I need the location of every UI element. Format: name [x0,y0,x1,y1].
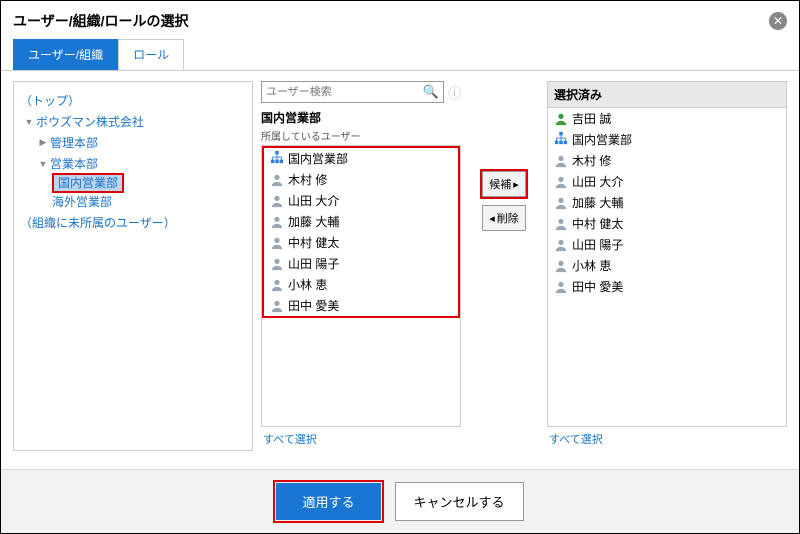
caret-right-icon[interactable]: ▶ [38,137,48,148]
person-icon [270,257,284,271]
item-label: 吉田 誠 [572,110,611,127]
tree-unassigned[interactable]: （組織に未所属のユーザー） [20,212,246,233]
item-label: 加藤 大輔 [288,213,339,230]
list-item-user[interactable]: 中村 健太 [548,213,786,234]
list-item-user[interactable]: 山田 陽子 [548,234,786,255]
item-label: 中村 健太 [288,234,339,251]
person-icon [554,112,568,126]
org-icon [554,131,568,148]
tab-users-orgs[interactable]: ユーザー/組織 [13,39,118,70]
list-item-user[interactable]: 山田 大介 [548,171,786,192]
item-label: 国内営業部 [288,150,348,167]
caret-down-icon[interactable]: ▼ [38,159,48,169]
list-item-user[interactable]: 田中 愛美 [548,276,786,297]
person-icon [270,299,284,313]
tree-dept-sales[interactable]: 営業本部 [50,153,98,174]
list-item-user[interactable]: 山田 陽子 [264,253,458,274]
add-button[interactable]: 候補▸ [482,171,526,197]
org-icon [270,150,284,167]
tree-dept-admin[interactable]: 管理本部 [50,132,98,153]
person-icon [554,259,568,273]
item-label: 山田 陽子 [288,255,339,272]
select-all-selected[interactable]: すべて選択 [547,427,787,451]
current-org-title: 国内営業部 [261,107,461,128]
person-icon [554,217,568,231]
list-item-user[interactable]: 山田 大介 [264,190,458,211]
info-icon[interactable]: ⓘ [448,83,461,102]
tree-dept-domestic[interactable]: 国内営業部 [58,174,118,192]
person-icon [270,278,284,292]
tree-dept-overseas[interactable]: 海外営業部 [52,191,246,212]
list-item-org[interactable]: 国内営業部 [264,148,458,169]
person-icon [270,173,284,187]
person-icon [554,280,568,294]
tab-roles[interactable]: ロール [118,39,184,70]
person-icon [270,236,284,250]
item-label: 国内営業部 [572,131,632,148]
person-icon [270,215,284,229]
item-label: 加藤 大輔 [572,194,623,211]
list-item-user[interactable]: 木村 修 [548,150,786,171]
item-label: 中村 健太 [572,215,623,232]
search-icon[interactable]: 🔍 [423,84,439,100]
close-icon[interactable]: ✕ [769,12,787,30]
search-input-wrapper: 🔍 [261,81,444,103]
tree-company[interactable]: ボウズマン株式会社 [36,111,144,132]
item-label: 山田 陽子 [572,236,623,253]
item-label: 田中 愛美 [572,278,623,295]
selected-title: 選択済み [547,81,787,107]
tree-top[interactable]: （トップ） [20,90,246,111]
chevron-right-icon: ▸ [513,178,519,191]
cancel-button[interactable]: キャンセルする [395,482,524,521]
list-item-org[interactable]: 国内営業部 [548,129,786,150]
list-item-user[interactable]: 小林 恵 [548,255,786,276]
list-item-user[interactable]: 加藤 大輔 [264,211,458,232]
list-item-user[interactable]: 小林 恵 [264,274,458,295]
select-all-candidates[interactable]: すべて選択 [261,427,461,451]
tab-bar: ユーザー/組織 ロール [1,39,799,71]
list-item-user[interactable]: 田中 愛美 [264,295,458,316]
item-label: 木村 修 [288,171,327,188]
item-label: 田中 愛美 [288,297,339,314]
candidate-list: 国内営業部木村 修山田 大介加藤 大輔中村 健太山田 陽子小林 恵田中 愛美 [261,145,461,427]
caret-down-icon[interactable]: ▼ [24,117,34,127]
apply-button[interactable]: 適用する [276,483,380,520]
user-list-label: 所属しているユーザー [261,128,461,143]
item-label: 山田 大介 [572,173,623,190]
person-icon [554,238,568,252]
list-item-user[interactable]: 加藤 大輔 [548,192,786,213]
list-item-user[interactable]: 中村 健太 [264,232,458,253]
dialog-title: ユーザー/組織/ロールの選択 [13,11,189,31]
item-label: 山田 大介 [288,192,339,209]
list-item-user[interactable]: 吉田 誠 [548,108,786,129]
person-icon [554,196,568,210]
person-icon [270,194,284,208]
dialog-footer: 適用する キャンセルする [1,469,799,533]
chevron-left-icon: ◂ [489,212,495,225]
selected-list: 吉田 誠国内営業部木村 修山田 大介加藤 大輔中村 健太山田 陽子小林 恵田中 … [547,107,787,427]
person-icon [554,154,568,168]
remove-button[interactable]: ◂削除 [482,205,526,231]
item-label: 木村 修 [572,152,611,169]
item-label: 小林 恵 [572,257,611,274]
org-tree: （トップ） ▼ボウズマン株式会社 ▶管理本部 ▼営業本部 国内営業部 海外営業部… [13,81,253,451]
person-icon [554,175,568,189]
list-item-user[interactable]: 木村 修 [264,169,458,190]
search-input[interactable] [266,86,423,98]
item-label: 小林 恵 [288,276,327,293]
